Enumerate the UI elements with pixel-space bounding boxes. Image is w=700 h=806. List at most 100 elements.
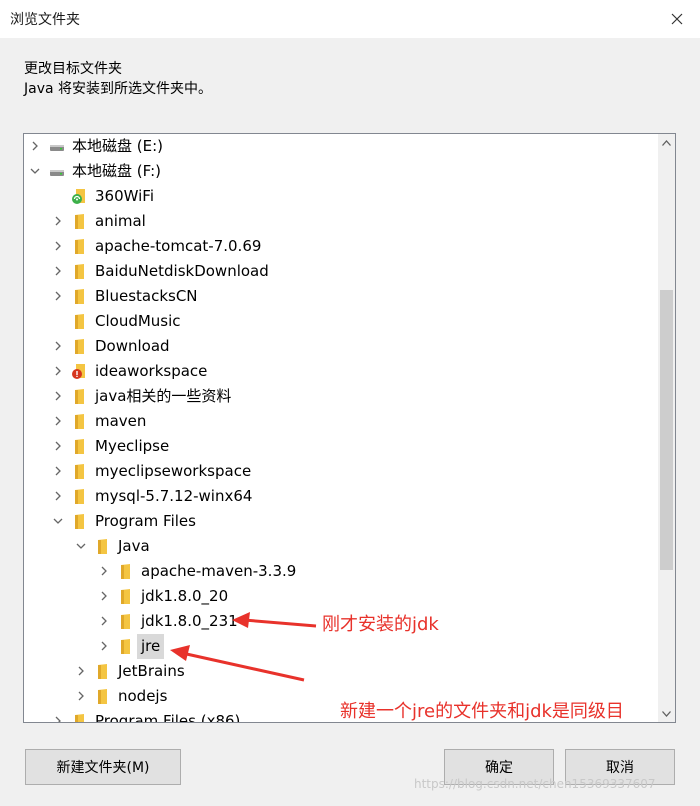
folder-icon xyxy=(121,639,130,654)
tree-item-label: BluestacksCN xyxy=(95,287,198,305)
tree-item-label: animal xyxy=(95,212,146,230)
chevron-right-icon[interactable] xyxy=(98,640,110,652)
chevron-right-icon[interactable] xyxy=(98,615,110,627)
tree-item-label: BaiduNetdiskDownload xyxy=(95,262,269,280)
folder-icon xyxy=(75,489,84,504)
chevron-right-icon[interactable] xyxy=(29,140,41,152)
tree-item-label: 本地磁盘 (F:) xyxy=(72,162,161,180)
scroll-down-button[interactable] xyxy=(658,705,675,722)
chevron-right-icon[interactable] xyxy=(52,390,64,402)
chevron-right-icon[interactable] xyxy=(52,215,64,227)
tree-item[interactable]: Java xyxy=(24,534,654,559)
folder-icon xyxy=(75,514,84,529)
tree-item[interactable]: jdk1.8.0_20 xyxy=(24,584,654,609)
chevron-right-icon[interactable] xyxy=(52,290,64,302)
close-icon xyxy=(671,13,683,25)
folder-icon xyxy=(75,214,84,229)
tree-item[interactable]: Myeclipse xyxy=(24,434,654,459)
tree-item[interactable]: java相关的一些资料 xyxy=(24,384,654,409)
chevron-right-icon[interactable] xyxy=(98,590,110,602)
tree-item[interactable]: jre xyxy=(24,634,654,659)
tree-item[interactable]: 360WiFi xyxy=(24,184,654,209)
folder-icon xyxy=(75,314,84,329)
folder-icon xyxy=(75,439,84,454)
folder-icon xyxy=(75,339,84,354)
tree-item[interactable]: Download xyxy=(24,334,654,359)
tree-item-label: jdk1.8.0_20 xyxy=(141,587,229,605)
tree-item-label: 本地磁盘 (E:) xyxy=(72,137,164,155)
chevron-right-icon[interactable] xyxy=(52,490,64,502)
chevron-right-icon[interactable] xyxy=(52,365,64,377)
chevron-right-icon[interactable] xyxy=(52,440,64,452)
tree-item[interactable]: BluestacksCN xyxy=(24,284,654,309)
tree-item-label: JetBrains xyxy=(118,662,185,680)
chevron-down-icon[interactable] xyxy=(75,540,87,552)
chevron-down-icon[interactable] xyxy=(52,515,64,527)
tree-item-label: myeclipseworkspace xyxy=(95,462,252,480)
tree-item-label: Java xyxy=(118,537,150,555)
tree-item-label: Program Files xyxy=(95,512,196,530)
chevron-down-icon xyxy=(662,710,671,717)
tree-item[interactable]: apache-maven-3.3.9 xyxy=(24,559,654,584)
tree-item-label: Program Files (x86) xyxy=(95,712,241,723)
tree-item[interactable]: 本地磁盘 (F:) xyxy=(24,159,654,184)
tree-item[interactable]: animal xyxy=(24,209,654,234)
folder-icon xyxy=(121,564,130,579)
scrollbar-thumb[interactable] xyxy=(660,290,673,570)
folder-icon xyxy=(98,664,107,679)
tree-item[interactable]: BaiduNetdiskDownload xyxy=(24,259,654,284)
drive-icon xyxy=(50,170,64,176)
tree-item-label: 360WiFi xyxy=(95,187,155,205)
chevron-right-icon[interactable] xyxy=(52,465,64,477)
chevron-right-icon[interactable] xyxy=(52,415,64,427)
scroll-up-button[interactable] xyxy=(658,134,675,151)
chevron-right-icon[interactable] xyxy=(75,665,87,677)
tree-item[interactable]: CloudMusic xyxy=(24,309,654,334)
watermark: https://blog.csdn.net/chen15369337607 xyxy=(414,777,656,791)
drive-icon xyxy=(50,145,64,151)
tree-item[interactable]: Program Files xyxy=(24,509,654,534)
folder-icon xyxy=(75,389,84,404)
jre-annotation: 新建一个jre的文件夹和jdk是同级目 xyxy=(340,701,624,722)
chevron-right-icon[interactable] xyxy=(52,340,64,352)
tree-item-label: nodejs xyxy=(118,687,168,705)
folder-icon xyxy=(98,539,107,554)
folder-icon xyxy=(75,264,84,279)
tree-item[interactable]: JetBrains xyxy=(24,659,654,684)
window-title: 浏览文件夹 xyxy=(10,12,80,28)
folder-icon xyxy=(75,289,84,304)
tree-item-label: apache-maven-3.3.9 xyxy=(141,562,297,580)
tree-item-label: Download xyxy=(95,337,170,355)
tree-item-label: apache-tomcat-7.0.69 xyxy=(95,237,262,255)
chevron-right-icon[interactable] xyxy=(52,265,64,277)
instruction-heading: 更改目标文件夹 xyxy=(24,61,122,77)
chevron-down-icon[interactable] xyxy=(29,165,41,177)
tree-item[interactable]: mysql-5.7.12-winx64 xyxy=(24,484,654,509)
tree-item-label: jre xyxy=(137,634,165,659)
new-folder-button[interactable]: 新建文件夹(M) xyxy=(25,749,181,785)
tree-item-label: jdk1.8.0_231 xyxy=(141,612,238,630)
tree-item[interactable]: 本地磁盘 (E:) xyxy=(24,134,654,159)
title-bar: 浏览文件夹 xyxy=(0,0,700,38)
chevron-up-icon xyxy=(662,139,671,146)
folder-icon xyxy=(75,239,84,254)
chevron-right-icon[interactable] xyxy=(52,715,64,723)
tree-item[interactable]: ideaworkspace xyxy=(24,359,654,384)
tree-item-label: java相关的一些资料 xyxy=(95,387,232,405)
tree-item-label: mysql-5.7.12-winx64 xyxy=(95,487,253,505)
chevron-right-icon[interactable] xyxy=(75,690,87,702)
folder-icon xyxy=(75,414,84,429)
wifi-folder-icon xyxy=(72,189,85,204)
tree-item[interactable]: maven xyxy=(24,409,654,434)
tree-item-label: CloudMusic xyxy=(95,312,181,330)
chevron-right-icon[interactable] xyxy=(52,240,64,252)
tree-item[interactable]: myeclipseworkspace xyxy=(24,459,654,484)
error-badge-icon xyxy=(72,364,85,379)
instruction-text: Java 将安装到所选文件夹中。 xyxy=(24,81,213,97)
tree-item-label: Myeclipse xyxy=(95,437,170,455)
folder-icon xyxy=(98,689,107,704)
tree-item[interactable]: apache-tomcat-7.0.69 xyxy=(24,234,654,259)
chevron-right-icon[interactable] xyxy=(98,565,110,577)
close-button[interactable] xyxy=(654,0,700,38)
vertical-scrollbar[interactable] xyxy=(658,134,675,722)
